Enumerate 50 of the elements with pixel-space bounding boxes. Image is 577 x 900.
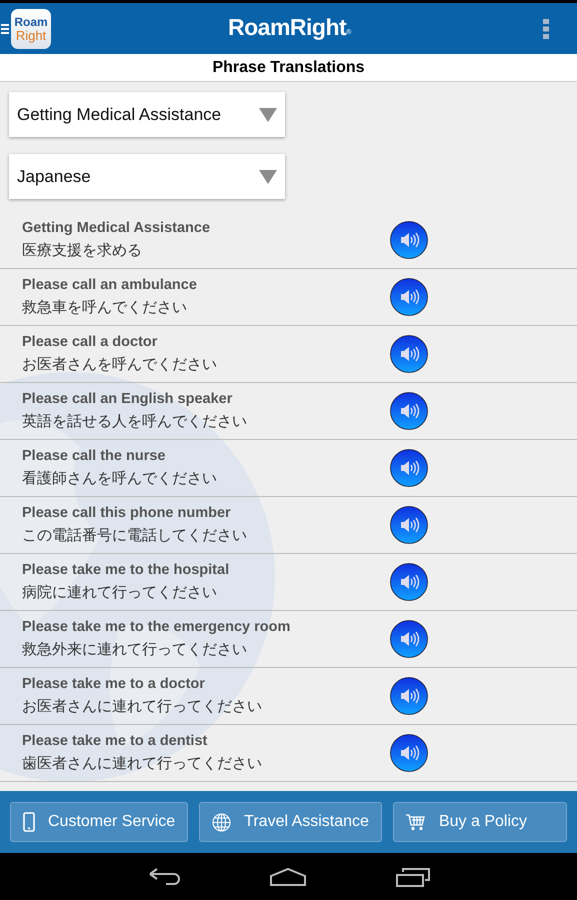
page-title: Phrase Translations	[212, 58, 365, 76]
speaker-button[interactable]	[390, 449, 428, 487]
speaker-button[interactable]	[390, 620, 428, 658]
phrase-text: Getting Medical Assistance	[22, 220, 212, 236]
dropdown-arrow-icon	[259, 108, 277, 122]
recent-apps-icon[interactable]	[396, 866, 430, 886]
dropdown[interactable]: Getting Medical Assistance	[9, 92, 285, 137]
dropdown-arrow-icon	[259, 170, 277, 184]
app-icon-text: Roam	[14, 16, 48, 28]
app-icon-text: Right	[16, 28, 46, 42]
translation-text: この電話番号に電話してください	[22, 526, 248, 545]
translation-text: 医療支援を求める	[22, 241, 143, 260]
phrase-text: Please take me to the emergency room	[22, 619, 292, 635]
speaker-button[interactable]	[390, 677, 428, 715]
globe-icon	[212, 812, 232, 832]
translation-text: お医者さんを呼んでください	[22, 355, 218, 374]
phrase-text: Please take me to the hospital	[22, 562, 230, 578]
bottom-button[interactable]: Travel Assistance	[199, 802, 382, 842]
phrase-text: Please call an ambulance	[22, 277, 198, 293]
speaker-button[interactable]	[390, 734, 428, 772]
translation-text: 救急車を呼んでください	[22, 298, 188, 317]
speaker-button[interactable]	[390, 278, 428, 316]
dropdown[interactable]: Japanese	[9, 154, 285, 199]
phrase-text: Please call this phone number	[22, 505, 232, 521]
translation-text: 英語を話せる人を呼んでください	[22, 412, 248, 431]
app-icon[interactable]: Roam Right	[11, 8, 51, 48]
phone-icon	[23, 812, 35, 832]
translation-text: 病院に連れて行ってください	[22, 583, 218, 602]
phrase-text: Please call a doctor	[22, 334, 158, 350]
phrase-text: Please take me to a doctor	[22, 676, 206, 692]
phrase-text: Please call the nurse	[22, 448, 166, 464]
speaker-button[interactable]	[390, 563, 428, 601]
translation-text: 救急外来に連れて行ってください	[22, 640, 248, 659]
speaker-button[interactable]	[390, 506, 428, 544]
logo: RoamRight	[228, 14, 346, 41]
home-icon[interactable]	[270, 868, 306, 886]
phrase-text: Please take me to a dentist	[22, 733, 208, 749]
translation-text: お医者さんに連れて行ってください	[22, 697, 263, 716]
cart-icon	[406, 813, 426, 831]
menu-icon[interactable]	[1, 24, 9, 34]
overflow-menu-icon[interactable]	[543, 19, 549, 39]
bottom-button[interactable]: Buy a Policy	[392, 802, 567, 842]
speaker-button[interactable]	[390, 335, 428, 373]
back-icon[interactable]	[148, 868, 180, 886]
bottom-button[interactable]: Customer Service	[10, 802, 188, 842]
speaker-button[interactable]	[390, 221, 428, 259]
phrase-text: Please call an English speaker	[22, 391, 234, 407]
translation-text: 歯医者さんに連れて行ってください	[22, 754, 263, 773]
speaker-button[interactable]	[390, 392, 428, 430]
translation-text: 看護師さんを呼んでください	[22, 469, 218, 488]
